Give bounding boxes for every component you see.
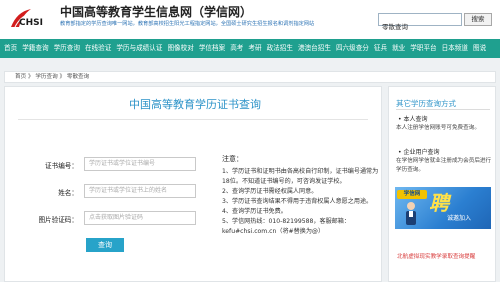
site-subtitle: 教育部指定的学历查询唯一网站，教育部高校招生阳光工程指定网站，全国硕士研究生招生…	[60, 21, 315, 27]
search-box[interactable]	[378, 13, 462, 32]
nav-item-photo-check[interactable]: 图像校对	[167, 39, 193, 58]
page: CHSI 中国高等教育学生信息网（学信网） 教育部指定的学历查询唯一网站，教育部…	[0, 0, 500, 282]
nav-item-home[interactable]: 首页	[4, 39, 17, 58]
notice-link[interactable]: 北航虚拟现实教学录取查询提醒	[397, 252, 475, 260]
nav-item-law-enrollment[interactable]: 政法招生	[267, 39, 293, 58]
note-item: 3、学历证书查询结果不得用于违背权属人意愿之用途。	[222, 198, 373, 205]
nav-item-career-platform[interactable]: 学职平台	[410, 39, 436, 58]
sidebar-divider	[396, 109, 490, 110]
note-item: 5、学信网热线：010-82199588，客服邮箱：kefu#chsi.com.…	[222, 218, 350, 235]
breadcrumb[interactable]: 首页 》 学历查询 》 零散查询	[4, 71, 496, 83]
captcha-input[interactable]: 点击获取图片验证码	[84, 211, 196, 225]
site-header: CHSI 中国高等教育学生信息网（学信网） 教育部指定的学历查询唯一网站，教育部…	[0, 0, 500, 38]
personal-query-heading: • 本人查询	[398, 116, 428, 123]
nav-item-certification[interactable]: 学历与成绩认证	[116, 39, 162, 58]
enterprise-query-heading: • 企业用户查询	[398, 149, 440, 156]
banner-tagline: 诚邀加入	[447, 215, 472, 222]
nav-item-employment[interactable]: 就业	[392, 39, 405, 58]
sidebar-title: 其它学历查询方式	[396, 99, 456, 108]
nav-item-online-verify[interactable]: 在线验证	[85, 39, 111, 58]
name-label: 姓名：	[58, 189, 78, 197]
nav-item-degree-query[interactable]: 学历查询	[54, 39, 80, 58]
site-title: 中国高等教育学生信息网（学信网）	[60, 5, 253, 19]
nav-item-archive[interactable]: 学信档案	[199, 39, 225, 58]
main-nav: 首页 学籍查询 学历查询 在线验证 学历与成绩认证 图像校对 学信档案 高考 考…	[0, 39, 500, 58]
page-title: 中国高等教育学历证书查询	[129, 98, 261, 111]
person-icon	[406, 202, 416, 225]
search-button[interactable]: 搜索	[464, 13, 492, 26]
nav-item-hk-macau-tw[interactable]: 港澳台招生	[298, 39, 331, 58]
query-button[interactable]: 查询	[86, 238, 124, 252]
cert-number-label: 证书编号：	[45, 162, 78, 170]
cert-number-input[interactable]: 学历证书或学位证书编号	[84, 157, 196, 171]
note-item: 2、查询学历证书需经权属人同意。	[222, 188, 318, 195]
search-input[interactable]	[379, 20, 461, 32]
notes-block: 注意： 1、学历证书和证明书由各高校自行印制，证书编号通常为18位。不知道证书编…	[222, 154, 382, 237]
notes-title: 注意：	[222, 155, 243, 163]
note-item: 1、学历证书和证明书由各高校自行印制，证书编号通常为18位。不知道证书编号的，可…	[222, 168, 379, 185]
nav-item-gaokao[interactable]: 高考	[230, 39, 243, 58]
banner-headline: 聘	[429, 191, 449, 215]
enterprise-query-text: 在学信网学信就业注册成为会员后进行学历查询。	[396, 158, 492, 173]
nav-item-kaoyan[interactable]: 考研	[248, 39, 261, 58]
nav-item-japan[interactable]: 日本频道	[442, 39, 468, 58]
nav-item-conscription[interactable]: 征兵	[374, 39, 387, 58]
nav-item-cet-scores[interactable]: 四六级查分	[336, 39, 369, 58]
title-divider	[18, 119, 368, 120]
banner-badge: 学信网	[397, 190, 427, 199]
nav-item-student-status[interactable]: 学籍查询	[22, 39, 48, 58]
captcha-label: 图片验证码：	[38, 216, 78, 224]
personal-query-text: 本人注册学信网账号可免费查询。	[396, 125, 480, 131]
name-input[interactable]: 学历证书或学位证书上的姓名	[84, 184, 196, 198]
note-item: 4、查询学历证书免费。	[222, 208, 287, 215]
recruitment-banner[interactable]: 学信网 聘 诚邀加入	[395, 187, 491, 229]
nav-item-illustrated[interactable]: 图说	[473, 39, 486, 58]
logo-text[interactable]: CHSI	[19, 18, 43, 28]
